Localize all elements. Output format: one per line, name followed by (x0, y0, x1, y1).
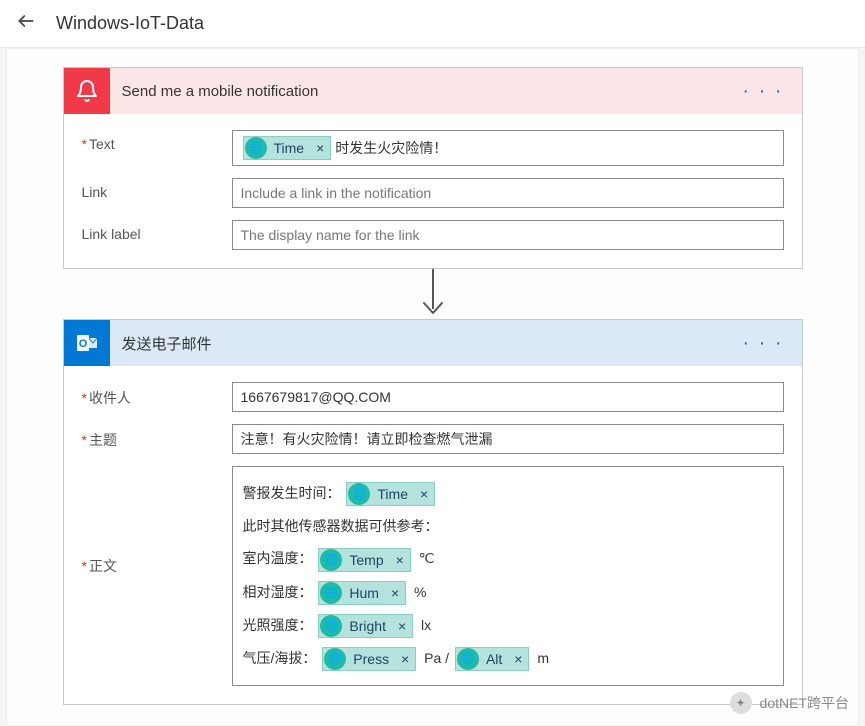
outlook-icon: O (64, 320, 110, 366)
email-card-header[interactable]: O 发送电子邮件 · · · (64, 320, 802, 366)
field-linklabel: Link label The display name for the link (82, 220, 784, 250)
close-icon[interactable]: × (414, 480, 434, 508)
field-link: Link Include a link in the notification (82, 178, 784, 208)
close-icon[interactable]: × (392, 612, 412, 640)
email-card: O 发送电子邮件 · · · *收件人 1667679817@QQ.COM *主… (63, 319, 803, 705)
token-time[interactable]: 🌐Time× (346, 482, 435, 506)
field-to: *收件人 1667679817@QQ.COM (82, 382, 784, 412)
globe-icon: 🌐 (320, 549, 342, 571)
email-card-menu[interactable]: · · · (734, 332, 791, 355)
field-to-label: *收件人 (82, 382, 232, 408)
header-bar: Windows-IoT-Data (0, 0, 865, 48)
globe-icon: 🌐 (320, 582, 342, 604)
body-line-bright: 光照强度： 🌐Bright× lx (243, 611, 773, 640)
watermark-text: dotNET跨平台 (760, 693, 849, 713)
field-to-input[interactable]: 1667679817@QQ.COM (232, 382, 784, 412)
body-line-note: 此时其他传感器数据可供参考： (243, 512, 773, 540)
connector-arrow (63, 269, 803, 319)
close-icon[interactable]: × (508, 645, 528, 673)
notification-card: Send me a mobile notification · · · *Tex… (63, 67, 803, 269)
globe-icon: 🌐 (348, 483, 370, 505)
notification-card-title: Send me a mobile notification (110, 83, 735, 100)
field-text-suffix: 时发生火灾险情！ (335, 137, 447, 159)
field-text: *Text 🌐 Time × 时发生火灾险情！ (82, 130, 784, 166)
token-time[interactable]: 🌐 Time × (243, 136, 332, 160)
body-line-temp: 室内温度： 🌐Temp× ℃ (243, 544, 773, 573)
token-hum[interactable]: 🌐Hum× (318, 581, 406, 605)
close-icon[interactable]: × (390, 546, 410, 574)
globe-icon: 🌐 (320, 615, 342, 637)
notification-card-header[interactable]: Send me a mobile notification · · · (64, 68, 802, 114)
page-body: Send me a mobile notification · · · *Tex… (6, 48, 859, 726)
field-subject: *主题 注意！有火灾险情！请立即检查燃气泄漏 (82, 424, 784, 454)
watermark: ✦ dotNET跨平台 (730, 692, 849, 714)
svg-text:O: O (78, 338, 87, 350)
field-link-label: Link (82, 178, 232, 200)
notification-card-menu[interactable]: · · · (734, 80, 791, 103)
field-text-label: *Text (82, 130, 232, 152)
field-text-input[interactable]: 🌐 Time × 时发生火灾险情！ (232, 130, 784, 166)
field-subject-label: *主题 (82, 424, 232, 450)
token-alt[interactable]: 🌐Alt× (455, 647, 530, 671)
token-temp[interactable]: 🌐Temp× (318, 548, 410, 572)
body-line-hum: 相对湿度： 🌐Hum× % (243, 578, 773, 607)
body-line-press: 气压/海拔： 🌐Press× Pa / 🌐Alt× m (243, 644, 773, 673)
globe-icon: 🌐 (245, 137, 267, 159)
field-linklabel-input[interactable]: The display name for the link (232, 220, 784, 250)
globe-icon: 🌐 (457, 648, 479, 670)
close-icon[interactable]: × (310, 137, 330, 159)
field-linklabel-label: Link label (82, 220, 232, 242)
notification-card-body: *Text 🌐 Time × 时发生火灾险情！ Link Include a l… (64, 114, 802, 268)
close-icon[interactable]: × (395, 645, 415, 673)
page-title: Windows-IoT-Data (56, 13, 204, 34)
field-body-input[interactable]: 警报发生时间： 🌐Time× 此时其他传感器数据可供参考： 室内温度： 🌐Tem… (232, 466, 784, 686)
globe-icon: 🌐 (324, 648, 346, 670)
back-icon[interactable] (16, 11, 36, 37)
email-card-title: 发送电子邮件 (110, 333, 735, 354)
body-line-time: 警报发生时间： 🌐Time× (243, 479, 773, 508)
field-body: *正文 警报发生时间： 🌐Time× 此时其他传感器数据可供参考： 室内温度： … (82, 466, 784, 686)
field-body-label: *正文 (82, 466, 232, 576)
wechat-icon: ✦ (730, 692, 752, 714)
email-card-body: *收件人 1667679817@QQ.COM *主题 注意！有火灾险情！请立即检… (64, 366, 802, 704)
field-link-input[interactable]: Include a link in the notification (232, 178, 784, 208)
token-press[interactable]: 🌐Press× (322, 647, 416, 671)
token-bright[interactable]: 🌐Bright× (318, 614, 413, 638)
close-icon[interactable]: × (385, 579, 405, 607)
field-subject-input[interactable]: 注意！有火灾险情！请立即检查燃气泄漏 (232, 424, 784, 454)
bell-icon (64, 68, 110, 114)
